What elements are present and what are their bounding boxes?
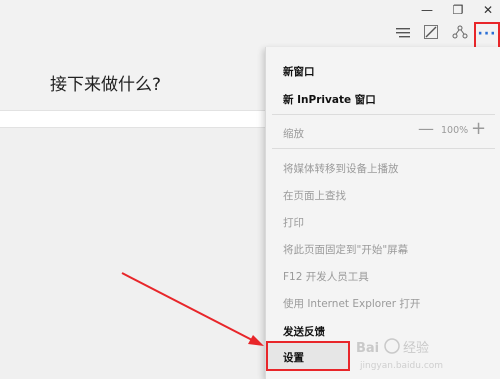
hub-icon[interactable] xyxy=(392,24,414,46)
menu-divider xyxy=(272,114,495,115)
menu-item-open-with-ie[interactable]: 使用 Internet Explorer 打开 xyxy=(283,296,420,311)
browser-toolbar: ··· xyxy=(0,22,500,50)
title-bar: — ❐ ✕ xyxy=(0,0,500,22)
settings-label: 设置 xyxy=(283,352,304,364)
menu-item-new-inprivate-window[interactable]: 新 InPrivate 窗口 xyxy=(283,92,376,107)
close-button[interactable]: ✕ xyxy=(473,0,500,22)
menu-item-new-window[interactable]: 新窗口 xyxy=(283,64,315,79)
zoom-out-button[interactable]: — xyxy=(418,121,434,137)
web-note-icon[interactable] xyxy=(420,24,442,46)
menu-item-print[interactable]: 打印 xyxy=(283,215,304,230)
menu-divider xyxy=(272,148,495,149)
zoom-level: 100% xyxy=(441,125,469,136)
share-icon-glyph xyxy=(452,25,468,39)
search-box[interactable] xyxy=(0,110,265,128)
more-actions-menu: 新窗口 新 InPrivate 窗口 缩放 — 100% + 将媒体转移到设备上… xyxy=(265,47,500,379)
new-tab-content-area xyxy=(0,128,265,379)
menu-item-send-feedback[interactable]: 发送反馈 xyxy=(283,324,325,339)
share-icon[interactable] xyxy=(449,24,471,46)
more-actions-button[interactable]: ··· xyxy=(474,22,500,50)
menu-item-pin-to-start[interactable]: 将此页面固定到"开始"屏幕 xyxy=(283,242,408,257)
menu-item-find-on-page[interactable]: 在页面上查找 xyxy=(283,188,346,203)
menu-item-zoom-label: 缩放 xyxy=(283,128,304,140)
hub-icon-glyph xyxy=(396,28,410,38)
new-tab-heading: 接下来做什么? xyxy=(50,75,162,95)
menu-item-settings[interactable]: 设置 xyxy=(266,341,350,371)
menu-item-cast-media[interactable]: 将媒体转移到设备上播放 xyxy=(283,161,399,176)
web-note-icon-glyph xyxy=(424,25,438,39)
zoom-in-button[interactable]: + xyxy=(471,120,486,138)
restore-button[interactable]: ❐ xyxy=(443,0,473,22)
menu-item-f12-developer-tools[interactable]: F12 开发人员工具 xyxy=(283,269,369,284)
minimize-button[interactable]: — xyxy=(412,0,442,22)
